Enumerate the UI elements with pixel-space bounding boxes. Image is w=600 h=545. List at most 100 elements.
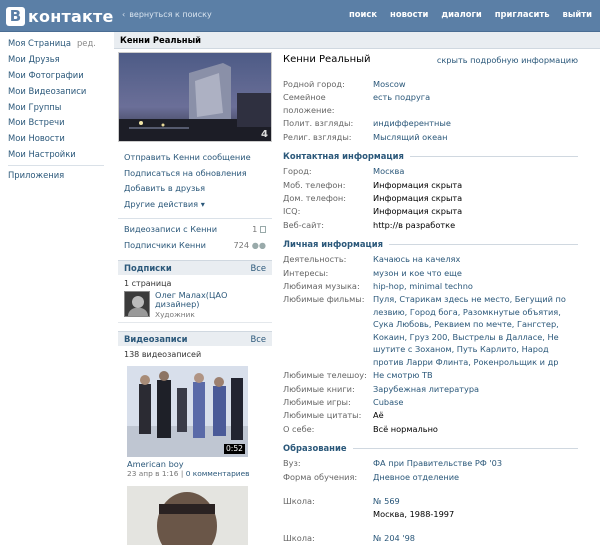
vk-logo[interactable]: В контакте <box>6 6 114 26</box>
info-value: http://в разработке <box>373 219 456 230</box>
education-header: Образование <box>283 441 578 455</box>
back-to-search-link[interactable]: ‹ вернуться к поиску <box>122 10 212 19</box>
info-row: Семейное положение: есть подруга <box>283 91 578 116</box>
info-key: Религ. взгляды: <box>283 131 352 142</box>
info-value[interactable]: индифферентные <box>373 117 578 130</box>
send-message-link[interactable]: Отправить Кенни сообщение <box>118 150 272 166</box>
info-key: ICQ: <box>283 206 301 217</box>
videos-header: Видеозаписи Все <box>118 330 272 346</box>
subscriptions-title[interactable]: Подписки <box>124 261 172 275</box>
hide-details-link[interactable]: скрыть подробную информацию <box>437 52 578 68</box>
info-value[interactable]: Cubase <box>373 396 578 409</box>
followers-link[interactable]: Подписчики Кенни 724 ●● <box>118 237 272 254</box>
school-name-link[interactable]: № 204 '98 <box>373 532 578 545</box>
school-name-link[interactable]: № 569 <box>373 495 578 508</box>
chevron-down-icon: ▾ <box>200 199 205 210</box>
menu-item-label: Моя Страница <box>8 38 71 48</box>
menu-item-news[interactable]: Мои Новости <box>8 131 112 147</box>
subscription-role: Художник <box>155 309 195 319</box>
videos-title[interactable]: Видеозаписи <box>124 332 187 346</box>
education-info: Вуз: ФА при Правительстве РФ '03 Форма обу… <box>283 457 578 483</box>
info-value[interactable]: есть подруга <box>373 91 578 116</box>
info-value[interactable]: Пуля, Старикам здесь не место, Бегущий п… <box>373 293 578 368</box>
add-friend-link[interactable]: Добавить в друзья <box>118 181 272 197</box>
info-key: Форма обучения: <box>283 471 358 482</box>
menu-item-photos[interactable]: Мои Фотографии <box>8 68 112 84</box>
video-title[interactable]: American boy <box>118 459 272 469</box>
video-thumbnail-2[interactable] <box>127 485 248 545</box>
personal-info-header: Личная информация <box>283 237 578 251</box>
info-key: Деятельность: <box>283 254 347 265</box>
info-row: Любимые книги: Зарубежная литература <box>283 383 578 396</box>
info-row: Веб-сайт: http://в разработке <box>283 219 578 232</box>
info-key: Вуз: <box>283 458 301 469</box>
left-menu: Моя Страница ред. Мои Друзья Мои Фотограф… <box>8 36 112 184</box>
menu-item-videos[interactable]: Мои Видеозаписи <box>8 84 112 100</box>
menu-item-groups[interactable]: Мои Группы <box>8 100 112 116</box>
info-row: Любимые телешоу: Не смотрю ТВ <box>283 369 578 382</box>
info-value[interactable]: музон и кое что еще <box>373 267 578 280</box>
info-value[interactable]: hip-hop, minimal techno <box>373 280 578 293</box>
info-row: Любимые фильмы: Пуля, Старикам здесь не м… <box>283 293 578 368</box>
info-value[interactable]: Мыслящий океан <box>373 131 578 144</box>
video-comments-link[interactable]: 0 комментариев <box>186 469 250 478</box>
nav-logout[interactable]: выйти <box>563 9 592 19</box>
profile-name: Кенни Реальный <box>283 54 371 65</box>
menu-item-events[interactable]: Мои Встречи <box>8 115 112 131</box>
nav-search[interactable]: поиск <box>349 9 377 19</box>
info-value[interactable]: Не смотрю ТВ <box>373 369 578 382</box>
subscriptions-count: 1 страница <box>124 278 172 288</box>
schools-info: Школа: № 569 Москва, 1988-1997 Школа: № 204 … <box>283 495 578 545</box>
video-duration: 0:52 <box>223 443 245 454</box>
photo-badge: 4 <box>261 129 268 140</box>
subscription-item[interactable]: Олег Малах(ЦАО дизайнер) Художник <box>118 289 272 323</box>
info-value: Информация скрыта <box>373 179 463 190</box>
info-key: Город: <box>283 166 312 177</box>
vk-logo-mark: В <box>6 6 25 26</box>
videos-count: 138 видеозаписей <box>124 349 202 359</box>
subscriptions-all-link[interactable]: Все <box>250 261 266 275</box>
videos-with-link[interactable]: Видеозаписи с Кенни 1 <box>118 221 272 238</box>
followers-count-wrap: 724 ●● <box>233 237 266 254</box>
info-value[interactable]: Дневное отделение <box>373 471 578 484</box>
info-key: Дом. телефон: <box>283 192 346 203</box>
info-row: Школа: № 569 <box>283 495 578 508</box>
menu-item-friends[interactable]: Мои Друзья <box>8 52 112 68</box>
menu-item-settings[interactable]: Мои Настройки <box>8 147 112 163</box>
nav-invite[interactable]: пригласить <box>495 9 550 19</box>
top-nav: поиск новости диалоги пригласить выйти <box>349 9 592 19</box>
nav-news[interactable]: новости <box>390 9 428 19</box>
info-key: Семейное положение: <box>283 92 335 115</box>
info-value[interactable]: Moscow <box>373 78 578 91</box>
videos-with-label: Видеозаписи с Кенни <box>124 223 218 234</box>
info-value[interactable]: Москва <box>373 165 578 178</box>
subscription-avatar[interactable] <box>124 290 150 317</box>
info-key: Школа: <box>283 533 315 544</box>
subscribe-link[interactable]: Подписаться на обновления <box>118 166 272 182</box>
info-row: Моб. телефон: Информация скрыта <box>283 179 578 192</box>
nav-dialogs[interactable]: диалоги <box>441 9 481 19</box>
menu-item-my-page[interactable]: Моя Страница ред. <box>8 36 112 52</box>
menu-item-apps[interactable]: Приложения <box>8 168 112 184</box>
info-value: Аё <box>373 410 384 421</box>
info-value[interactable]: ФА при Правительстве РФ '03 <box>373 457 578 470</box>
other-actions-label: Другие действия <box>124 199 199 210</box>
info-value: Информация скрыта <box>373 192 463 203</box>
info-row: Родной город: Moscow <box>283 78 578 91</box>
contact-info-header: Контактная информация <box>283 149 578 163</box>
subscription-name[interactable]: Олег Малах(ЦАО дизайнер) <box>155 290 255 310</box>
info-row: О себе: Всё нормально <box>283 423 578 436</box>
info-key: Веб-сайт: <box>283 219 325 230</box>
info-value[interactable]: Качаюсь на качелях <box>373 253 578 266</box>
info-value[interactable]: Зарубежная литература <box>373 383 578 396</box>
videos-all-link[interactable]: Все <box>250 332 266 346</box>
video-thumbnail[interactable]: 0:52 <box>127 365 248 457</box>
edit-link[interactable]: ред. <box>77 38 96 48</box>
info-key: Любимые телешоу: <box>283 370 367 381</box>
school-city-years: Москва, 1988-1997 <box>373 508 455 519</box>
info-row: Полит. взгляды: индифферентные <box>283 117 578 130</box>
info-key: Школа: <box>283 496 315 507</box>
left-column: 4 Отправить Кенни сообщение Подписаться … <box>118 52 272 545</box>
profile-photo[interactable]: 4 <box>118 52 272 142</box>
other-actions-menu[interactable]: Другие действия ▾ <box>118 197 272 213</box>
